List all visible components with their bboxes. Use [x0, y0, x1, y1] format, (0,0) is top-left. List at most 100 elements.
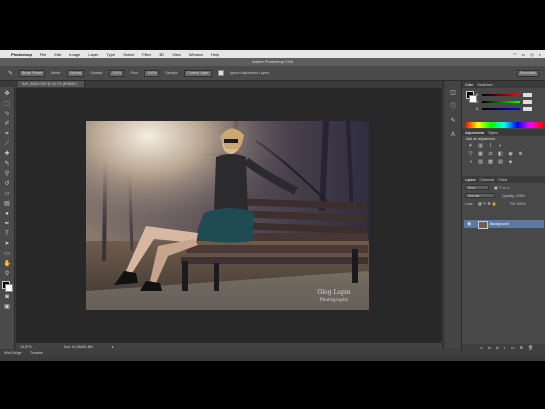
zoom-tool-icon[interactable]: ⚲ — [4, 271, 11, 278]
layer-filter-icons[interactable]: ▣ T ▭ ◐ — [494, 185, 510, 190]
menu-filter[interactable]: Filter — [142, 52, 151, 57]
blue-slider[interactable] — [482, 108, 520, 110]
opacity-field[interactable]: 100% — [109, 69, 125, 77]
gradient-tool-icon[interactable]: ▤ — [4, 201, 11, 208]
sample-select[interactable]: Current Layer — [184, 69, 212, 77]
healing-tool-icon[interactable]: ✚ — [4, 151, 11, 158]
layer-opacity[interactable]: Opacity: 100% — [502, 194, 525, 198]
menu-layer[interactable]: Layer — [88, 52, 98, 57]
tab-styles[interactable]: Styles — [488, 131, 498, 135]
black-white-icon[interactable]: ◧ — [498, 152, 503, 157]
tab-channels[interactable]: Channels — [480, 178, 495, 182]
layer-style-icon[interactable]: fx — [488, 345, 491, 350]
selective-color-icon[interactable]: ◈ — [508, 160, 513, 165]
wifi-icon[interactable]: ◠ — [513, 52, 517, 57]
lasso-tool-icon[interactable]: ∿ — [4, 111, 11, 118]
history-brush-tool-icon[interactable]: ↺ — [4, 181, 11, 188]
color-spectrum[interactable] — [465, 122, 543, 128]
workspace-switcher[interactable]: Essentials — [517, 70, 539, 77]
brightness-contrast-icon[interactable]: ☀ — [468, 144, 473, 149]
mini-bridge-tab[interactable]: Mini Bridge — [4, 350, 22, 356]
history-panel-icon[interactable]: ◫ — [449, 89, 457, 97]
adjustment-layer-icon[interactable]: ◐ — [503, 345, 505, 350]
marquee-tool-icon[interactable]: ⬚ — [4, 101, 11, 108]
photo-filter-icon[interactable]: ◉ — [508, 152, 513, 157]
color-balance-icon[interactable]: ⚖ — [488, 152, 493, 157]
red-value[interactable] — [523, 93, 532, 97]
hue-saturation-icon[interactable]: ▦ — [478, 152, 483, 157]
background-color-swatch[interactable] — [5, 284, 13, 292]
mode-select[interactable]: Normal — [67, 69, 85, 77]
curves-icon[interactable]: ⌇ — [488, 144, 493, 149]
blend-mode-select[interactable]: Normal — [465, 193, 495, 198]
layer-kind-filter[interactable]: Kind — [465, 185, 489, 190]
new-group-icon[interactable]: ▭ — [511, 345, 515, 350]
properties-panel-icon[interactable]: ⓘ — [449, 103, 457, 111]
character-panel-icon[interactable]: A — [449, 131, 457, 139]
channel-mixer-icon[interactable]: ⊕ — [518, 152, 523, 157]
trash-icon[interactable]: 🗑 — [528, 345, 533, 350]
lock-icons[interactable]: ▦ ✎ ✥ 🔒 — [478, 201, 497, 206]
document-photo[interactable]: Oleg Lopin Photography — [86, 121, 369, 310]
blue-value[interactable] — [523, 107, 532, 111]
tab-swatches[interactable]: Swatches — [477, 83, 492, 87]
invert-icon[interactable]: ◑ — [468, 160, 473, 165]
eye-icon[interactable]: ◉ — [467, 221, 471, 227]
type-tool-icon[interactable]: T — [4, 231, 11, 238]
brush-preset-picker[interactable]: Brush Preset — [19, 69, 46, 77]
layer-fill[interactable]: Fill: 100% — [510, 202, 525, 206]
pen-tool-icon[interactable]: ✒ — [4, 221, 11, 228]
screen-mode-icon[interactable]: ▣ — [4, 304, 11, 311]
ignore-adjustments-checkbox[interactable] — [217, 70, 224, 76]
tab-layers[interactable]: Layers — [465, 178, 476, 182]
quick-select-tool-icon[interactable]: ✐ — [4, 121, 11, 128]
menu-type[interactable]: Type — [106, 52, 115, 57]
brush-panel-icon[interactable]: ✎ — [449, 117, 457, 125]
search-icon[interactable]: ⌕ — [539, 52, 541, 57]
gradient-map-icon[interactable]: ▤ — [498, 160, 503, 165]
green-value[interactable] — [523, 100, 532, 104]
quick-mask-icon[interactable]: ◙ — [4, 294, 11, 301]
menu-3d[interactable]: 3D — [159, 52, 164, 57]
menu-window[interactable]: Window — [189, 52, 203, 57]
tab-paths[interactable]: Paths — [498, 178, 507, 182]
dodge-tool-icon[interactable]: ● — [4, 211, 11, 218]
green-slider[interactable] — [482, 101, 520, 103]
timeline-tab[interactable]: Timeline — [30, 350, 43, 356]
eraser-tool-icon[interactable]: ▱ — [4, 191, 11, 198]
layers-panel-tabs: Layers Channels Paths — [462, 176, 545, 183]
tab-color[interactable]: Color — [465, 83, 473, 87]
crop-tool-icon[interactable]: ⌗ — [4, 131, 11, 138]
levels-icon[interactable]: ▥ — [478, 144, 483, 149]
path-select-tool-icon[interactable]: ➤ — [4, 241, 11, 248]
app-menu[interactable]: Photoshop — [11, 52, 32, 57]
hand-tool-icon[interactable]: ✋ — [4, 261, 11, 268]
vibrance-icon[interactable]: ▽ — [468, 152, 473, 157]
battery-icon[interactable]: ▭ — [521, 52, 525, 57]
document-tab[interactable]: IMG_8533.CR2 @ 16.7% (RGB/8*) — [18, 81, 85, 87]
move-tool-icon[interactable]: ✥ — [4, 91, 11, 98]
eyedropper-tool-icon[interactable]: ⟋ — [4, 141, 11, 148]
link-layers-icon[interactable]: ∞ — [480, 345, 483, 350]
layer-row-background[interactable]: ◉ Background — [464, 220, 544, 229]
tool-preset-icon[interactable]: ✎ — [8, 70, 13, 77]
clock-icon[interactable]: ◷ — [530, 52, 534, 57]
flow-field[interactable]: 100% — [144, 69, 160, 77]
menu-select[interactable]: Select — [123, 52, 134, 57]
posterize-icon[interactable]: ▨ — [478, 160, 483, 165]
menu-edit[interactable]: Edit — [54, 52, 61, 57]
tab-adjustments[interactable]: Adjustments — [465, 131, 484, 135]
menu-image[interactable]: Image — [69, 52, 80, 57]
layer-mask-icon[interactable]: ◘ — [496, 345, 498, 350]
clone-tool-icon[interactable]: ⚲ — [4, 171, 11, 178]
threshold-icon[interactable]: ▩ — [488, 160, 493, 165]
shape-tool-icon[interactable]: ▭ — [4, 251, 11, 258]
menu-file[interactable]: File — [40, 52, 46, 57]
exposure-icon[interactable]: ◐ — [498, 144, 503, 149]
menu-view[interactable]: View — [172, 52, 181, 57]
new-layer-icon[interactable]: ⊞ — [520, 345, 523, 350]
color-swatches[interactable] — [2, 281, 13, 292]
menu-help[interactable]: Help — [211, 52, 219, 57]
brush-tool-icon[interactable]: ✎ — [4, 161, 11, 168]
red-slider[interactable] — [482, 94, 520, 96]
